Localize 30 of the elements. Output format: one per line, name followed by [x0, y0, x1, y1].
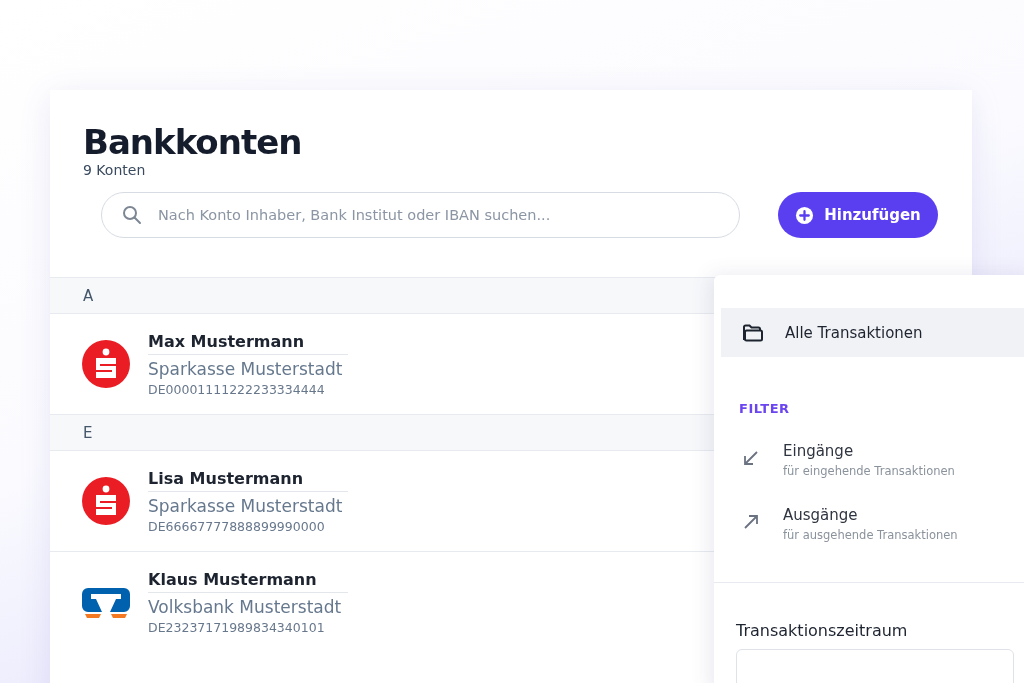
add-button[interactable]: Hinzufügen [778, 192, 938, 238]
filter-item[interactable]: Eingänge für eingehende Transaktionen [714, 442, 1024, 478]
bank-name: Volksbank Musterstadt [148, 596, 343, 617]
search-field[interactable]: Nach Konto Inhaber, Bank Institut oder IBAN suchen... [101, 192, 740, 238]
filter-description: für eingehende Transaktionen [783, 464, 955, 478]
account-holder: Lisa Mustermann [148, 468, 305, 488]
iban-text: DE00001111222233334444 [148, 381, 326, 397]
section-letter: A [83, 286, 94, 305]
bank-logo-icon [82, 340, 130, 388]
filter-heading: FILTER [739, 401, 791, 416]
period-field[interactable] [736, 649, 1014, 683]
account-count: 9 Konten [83, 162, 147, 178]
account-holder: Max Mustermann [148, 331, 306, 351]
account-holder: Klaus Mustermann [148, 569, 318, 589]
bank-name: Sparkasse Musterstadt [148, 495, 344, 516]
folder-icon [741, 322, 765, 343]
filter-item[interactable]: Ausgänge für ausgehende Transaktionen [714, 506, 1024, 542]
bank-logo-icon [82, 477, 130, 525]
iban-text: DE23237171989834340101 [148, 619, 326, 635]
all-transactions-item[interactable]: Alle Transaktionen [721, 308, 1024, 357]
iban-text: DE66667777888899990000 [148, 518, 326, 534]
plus-circle-icon [795, 205, 815, 225]
filter-label: Eingänge [783, 442, 855, 460]
filter-description: für ausgehende Transaktionen [783, 528, 958, 542]
section-letter: E [83, 423, 93, 442]
bank-name: Sparkasse Musterstadt [148, 358, 344, 379]
filter-label: Ausgänge [783, 506, 859, 524]
page-title: Bankkonten [83, 121, 303, 164]
arrow-down-left-icon [741, 448, 761, 468]
period-label: Transaktionszeitraum [736, 621, 909, 640]
